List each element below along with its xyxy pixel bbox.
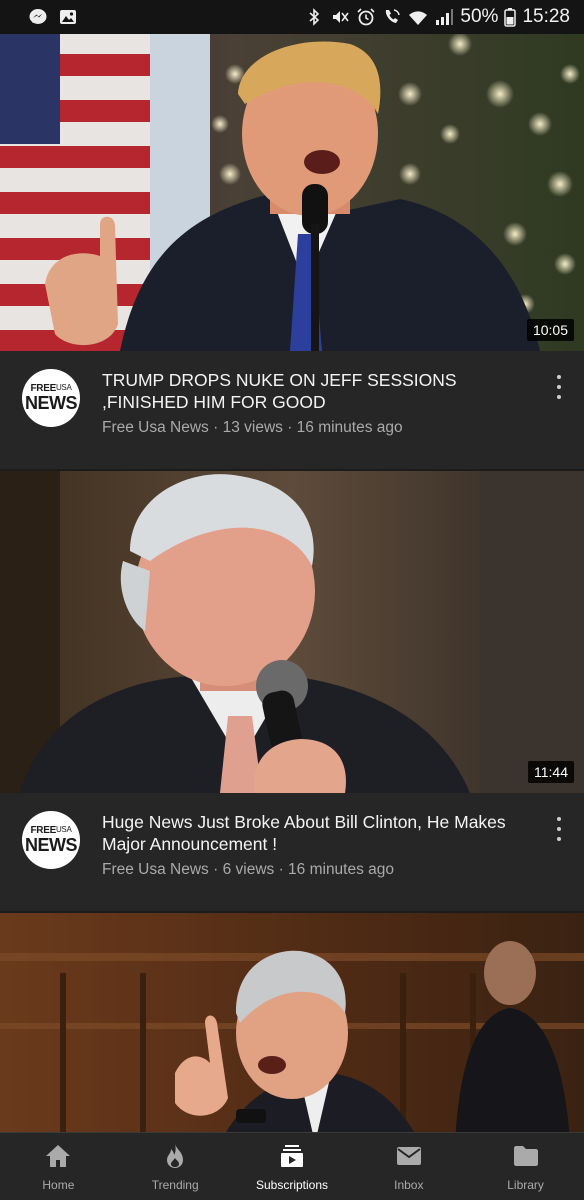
thumbnail-image	[0, 913, 584, 1132]
video-feed[interactable]: 10:05 FREEUSA NEWS TRUMP DROPS NUKE ON J…	[0, 34, 584, 1132]
mail-icon	[396, 1146, 421, 1165]
alarm-icon	[356, 7, 376, 27]
video-subtitle: Free Usa News · 6 views · 16 minutes ago	[102, 861, 395, 878]
subscriptions-icon	[280, 1144, 303, 1167]
avatar-news: NEWS	[25, 393, 78, 413]
channel-avatar[interactable]: FREEUSA NEWS	[22, 811, 80, 869]
gallery-icon	[58, 7, 78, 27]
channel-avatar[interactable]: FREEUSA NEWS	[22, 369, 80, 427]
video-title[interactable]: TRUMP DROPS NUKE ON JEFF SESSIONS ,FINIS…	[102, 369, 534, 413]
video-thumbnail[interactable]	[0, 913, 584, 1132]
nav-home-label: Home	[42, 1177, 75, 1192]
messenger-icon	[28, 7, 48, 27]
nav-library[interactable]: Library	[467, 1133, 584, 1200]
more-options-icon[interactable]	[554, 817, 564, 841]
wifi-call-icon	[382, 7, 402, 27]
video-card[interactable]: 10:05 FREEUSA NEWS TRUMP DROPS NUKE ON J…	[0, 34, 584, 469]
video-card[interactable]	[0, 913, 584, 1132]
folder-icon	[513, 1145, 538, 1166]
signal-icon	[434, 7, 454, 27]
thumbnail-image	[0, 471, 584, 793]
video-duration: 11:44	[528, 761, 574, 783]
battery-icon	[504, 7, 517, 27]
battery-percent: 50%	[460, 6, 499, 27]
nav-trending[interactable]: Trending	[117, 1133, 234, 1200]
video-thumbnail[interactable]: 11:44	[0, 471, 584, 793]
nav-subscriptions[interactable]: Subscriptions	[234, 1133, 351, 1200]
bluetooth-icon	[304, 7, 324, 27]
bottom-navigation: Home Trending Subscriptions Inbox Librar…	[0, 1132, 584, 1200]
nav-trending-label: Trending	[151, 1177, 199, 1192]
status-bar: 50% 15:28	[0, 0, 584, 34]
video-duration: 10:05	[526, 319, 574, 341]
mute-icon	[330, 7, 350, 27]
nav-subscriptions-label: Subscriptions	[255, 1177, 329, 1192]
video-meta[interactable]: FREEUSA NEWS TRUMP DROPS NUKE ON JEFF SE…	[0, 351, 584, 469]
more-options-icon[interactable]	[554, 375, 564, 399]
home-icon	[46, 1144, 71, 1167]
flame-icon	[167, 1143, 184, 1168]
clock: 15:28	[522, 6, 570, 27]
avatar-usa: USA	[55, 825, 72, 834]
nav-library-label: Library	[507, 1177, 544, 1192]
video-title[interactable]: Huge News Just Broke About Bill Clinton,…	[102, 811, 534, 855]
nav-home[interactable]: Home	[0, 1133, 117, 1200]
video-meta[interactable]: FREEUSA NEWS Huge News Just Broke About …	[0, 793, 584, 911]
avatar-usa: USA	[55, 383, 72, 392]
nav-inbox-label: Inbox	[394, 1177, 424, 1192]
nav-inbox[interactable]: Inbox	[350, 1133, 467, 1200]
video-card[interactable]: 11:44 FREEUSA NEWS Huge News Just Broke …	[0, 471, 584, 911]
thumbnail-image	[0, 34, 584, 351]
avatar-news: NEWS	[25, 835, 78, 855]
wifi-icon	[408, 7, 428, 27]
video-thumbnail[interactable]: 10:05	[0, 34, 584, 351]
video-subtitle: Free Usa News · 13 views · 16 minutes ag…	[102, 419, 403, 436]
